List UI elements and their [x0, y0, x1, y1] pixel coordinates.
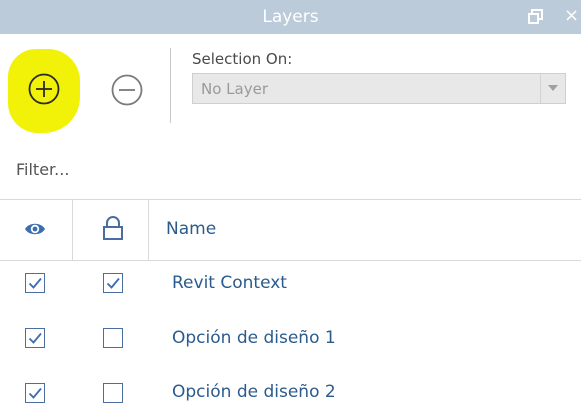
- locked-checkbox[interactable]: [103, 383, 123, 403]
- dropdown-arrow-icon[interactable]: [540, 74, 565, 103]
- table-row[interactable]: Revit Context: [0, 261, 581, 316]
- selection-on-label: Selection On:: [192, 50, 293, 68]
- add-layer-button[interactable]: [27, 72, 61, 106]
- eye-icon[interactable]: [24, 220, 46, 238]
- layer-name[interactable]: Opción de diseño 1: [172, 328, 336, 348]
- visible-checkbox[interactable]: [25, 273, 45, 293]
- visible-checkbox[interactable]: [25, 328, 45, 348]
- table-header: Name: [0, 199, 581, 261]
- column-divider: [72, 200, 73, 260]
- visible-checkbox[interactable]: [25, 383, 45, 403]
- restore-icon[interactable]: [528, 9, 543, 24]
- layer-name[interactable]: Revit Context: [172, 273, 287, 293]
- toolbar-separator: [170, 48, 171, 123]
- table-row[interactable]: Opción de diseño 2: [0, 371, 581, 406]
- locked-checkbox[interactable]: [103, 328, 123, 348]
- close-icon[interactable]: ×: [564, 5, 579, 26]
- window-title: Layers: [262, 7, 319, 27]
- name-column-header[interactable]: Name: [166, 219, 216, 239]
- column-divider: [148, 200, 149, 260]
- layer-name[interactable]: Opción de diseño 2: [172, 382, 336, 402]
- table-row[interactable]: Opción de diseño 1: [0, 316, 581, 371]
- selection-layer-dropdown[interactable]: No Layer: [192, 73, 566, 104]
- lock-icon[interactable]: [101, 215, 125, 241]
- layers-panel: Layers × Selection On: No Layer Filter..…: [0, 0, 581, 406]
- remove-layer-button[interactable]: [110, 73, 144, 107]
- filter-input[interactable]: Filter...: [16, 160, 69, 179]
- locked-checkbox[interactable]: [103, 273, 123, 293]
- title-bar: Layers ×: [0, 0, 581, 34]
- selection-layer-value: No Layer: [201, 80, 268, 98]
